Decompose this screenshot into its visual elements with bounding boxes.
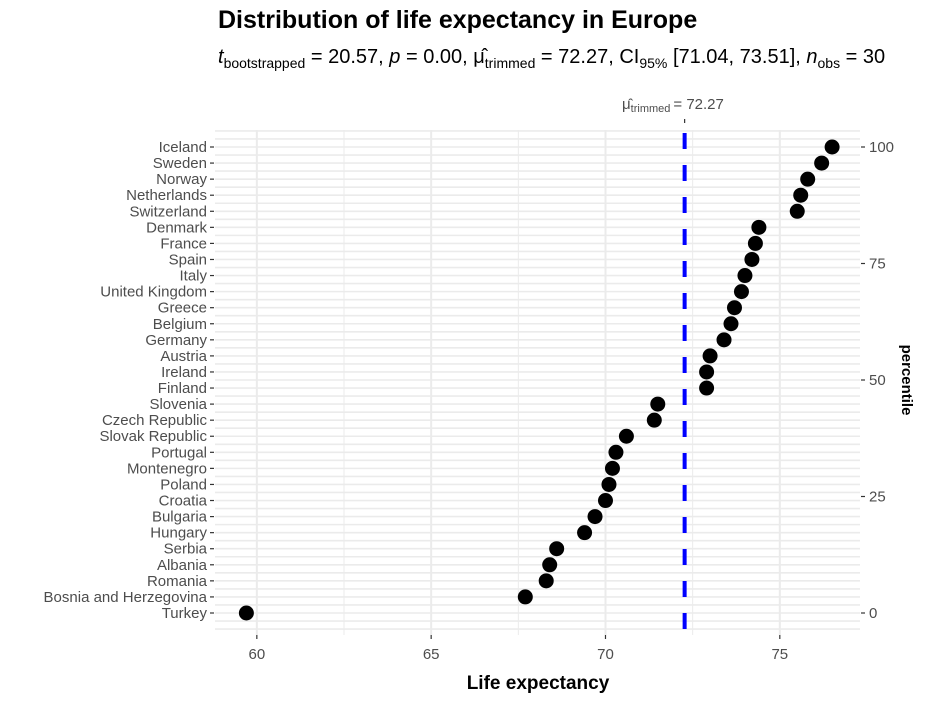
data-point <box>824 139 840 155</box>
data-point <box>549 541 565 557</box>
data-point <box>814 155 830 171</box>
data-point <box>702 348 718 364</box>
y-tick-label: Czech Republic <box>102 412 208 429</box>
y-right-tick-label: 50 <box>869 372 886 389</box>
y-tick-label: Hungary <box>150 525 207 542</box>
y-tick-label: Sweden <box>153 155 207 172</box>
data-point <box>601 476 617 492</box>
y-tick-label: Belgium <box>153 316 207 333</box>
chart-svg: 60 65 70 75 IcelandSwedenNorwayNetherlandsSw… <box>44 96 915 694</box>
ref-sub: trimmed <box>631 103 671 115</box>
data-point <box>751 219 767 235</box>
y-tick-label: Spain <box>169 251 207 268</box>
data-point <box>542 557 558 573</box>
data-point <box>587 509 603 525</box>
y-right-tick-label: 25 <box>869 489 886 506</box>
data-point <box>608 444 624 460</box>
y-tick-label: Albania <box>157 557 208 574</box>
y-tick-label: Slovenia <box>149 396 207 413</box>
data-point <box>789 203 805 219</box>
y-tick-label: Ireland <box>161 364 207 381</box>
data-point <box>723 316 739 332</box>
y-tick-label: Norway <box>156 171 207 188</box>
y-tick-label: Bosnia and Herzegovina <box>44 589 208 606</box>
y-tick-label: Denmark <box>146 219 207 236</box>
y-tick-label: Portugal <box>151 444 207 461</box>
x-tick-label: 70 <box>597 646 614 663</box>
y-tick-label: United Kingdom <box>100 284 207 301</box>
data-point <box>716 332 732 348</box>
x-axis-label: Life expectancy <box>467 673 610 694</box>
y-tick-label: France <box>160 235 207 252</box>
y-right-tick-label: 0 <box>869 605 877 622</box>
data-point <box>800 171 816 187</box>
data-point <box>726 300 742 316</box>
y-tick-label: Montenegro <box>127 460 207 477</box>
data-point <box>577 525 593 541</box>
y-tick-label: Poland <box>160 476 207 493</box>
data-point <box>744 251 760 267</box>
data-point <box>699 380 715 396</box>
x-tick-label: 60 <box>248 646 265 663</box>
grid <box>215 130 860 635</box>
data-point <box>793 187 809 203</box>
reference-line-label: μ̂trimmed = 72.27 <box>622 96 724 115</box>
axes-group: 60 65 70 75 IcelandSwedenNorwayNetherlandsSw… <box>44 139 894 663</box>
y-right-tick-label: 100 <box>869 139 894 156</box>
y-tick-label: Greece <box>158 300 207 317</box>
y-tick-label: Croatia <box>159 493 208 510</box>
data-point <box>618 428 634 444</box>
y-tick-label: Turkey <box>162 605 208 622</box>
y-tick-label: Switzerland <box>129 203 207 220</box>
y-tick-label: Romania <box>147 573 208 590</box>
y-tick-label: Finland <box>158 380 207 397</box>
y-tick-label: Serbia <box>164 541 208 558</box>
data-point <box>604 460 620 476</box>
data-point <box>747 235 763 251</box>
y-tick-label: Iceland <box>159 139 207 156</box>
y-tick-label: Austria <box>160 348 207 365</box>
data-point <box>733 284 749 300</box>
data-point <box>517 589 533 605</box>
data-point <box>646 412 662 428</box>
y-tick-label: Netherlands <box>126 187 207 204</box>
y-axis-right-label: percentile <box>898 345 915 416</box>
y-tick-label: Bulgaria <box>152 509 208 526</box>
y-tick-label: Germany <box>145 332 207 349</box>
y-tick-label: Slovak Republic <box>99 428 207 445</box>
data-point <box>597 493 613 509</box>
ref-value: = 72.27 <box>673 96 723 113</box>
data-point <box>737 268 753 284</box>
data-point <box>538 573 554 589</box>
data-point <box>650 396 666 412</box>
x-tick-label: 65 <box>423 646 440 663</box>
data-point <box>699 364 715 380</box>
x-tick-label: 75 <box>771 646 788 663</box>
y-tick-label: Italy <box>179 268 207 285</box>
data-point <box>238 605 254 621</box>
y-right-tick-label: 75 <box>869 256 886 273</box>
